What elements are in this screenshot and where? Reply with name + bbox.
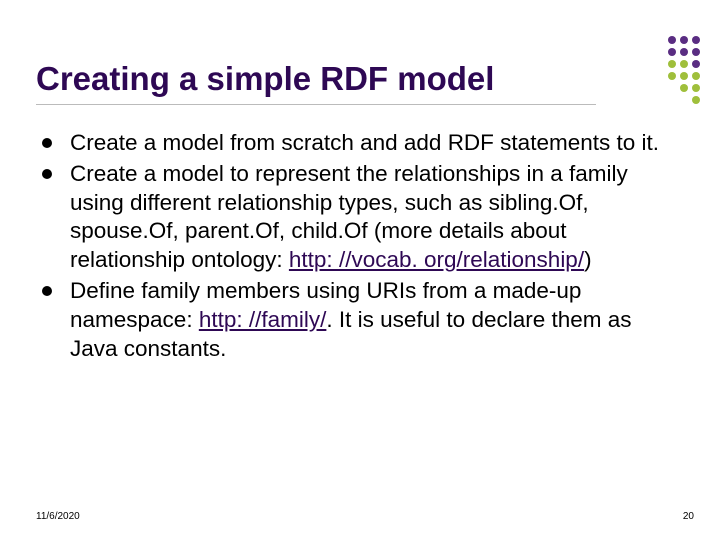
deco-dot [680, 36, 688, 44]
deco-dot [692, 96, 700, 104]
decorative-dot-grid [632, 36, 700, 104]
deco-dot [680, 60, 688, 68]
deco-dot [692, 48, 700, 56]
deco-dot [668, 96, 676, 104]
deco-dot [644, 60, 652, 68]
deco-dot [668, 72, 676, 80]
deco-dot [644, 48, 652, 56]
deco-dot [692, 60, 700, 68]
slide: Creating a simple RDF model Create a mod… [0, 0, 720, 540]
deco-dot [656, 60, 664, 68]
deco-dot [632, 96, 640, 104]
deco-dot [656, 96, 664, 104]
deco-dot [656, 84, 664, 92]
deco-dot [644, 84, 652, 92]
slide-title: Creating a simple RDF model [36, 60, 596, 105]
deco-dot [644, 36, 652, 44]
deco-dot [632, 72, 640, 80]
deco-dot [668, 60, 676, 68]
deco-dot [680, 84, 688, 92]
deco-dot [632, 36, 640, 44]
deco-dot [656, 36, 664, 44]
deco-dot [668, 84, 676, 92]
deco-dot [656, 48, 664, 56]
footer-page-number: 20 [683, 511, 694, 522]
bullet-item: Create a model to represent the relation… [36, 160, 684, 275]
footer-date: 11/6/2020 [36, 511, 80, 522]
deco-dot [644, 72, 652, 80]
bullet-link[interactable]: http: //vocab. org/relationship/ [289, 247, 584, 272]
deco-dot [692, 72, 700, 80]
deco-dot [632, 60, 640, 68]
bullet-text-after: ) [584, 247, 592, 272]
bullet-item: Define family members using URIs from a … [36, 277, 684, 363]
deco-dot [680, 48, 688, 56]
deco-dot [656, 72, 664, 80]
bullet-link[interactable]: http: //family/ [199, 307, 327, 332]
deco-dot [692, 36, 700, 44]
deco-dot [644, 96, 652, 104]
deco-dot [680, 72, 688, 80]
deco-dot [692, 84, 700, 92]
deco-dot [668, 48, 676, 56]
deco-dot [632, 48, 640, 56]
deco-dot [668, 36, 676, 44]
bullet-item: Create a model from scratch and add RDF … [36, 129, 684, 158]
slide-body: Create a model from scratch and add RDF … [36, 129, 684, 363]
deco-dot [680, 96, 688, 104]
bullet-text: Create a model from scratch and add RDF … [70, 130, 659, 155]
bullet-list: Create a model from scratch and add RDF … [36, 129, 684, 363]
deco-dot [632, 84, 640, 92]
